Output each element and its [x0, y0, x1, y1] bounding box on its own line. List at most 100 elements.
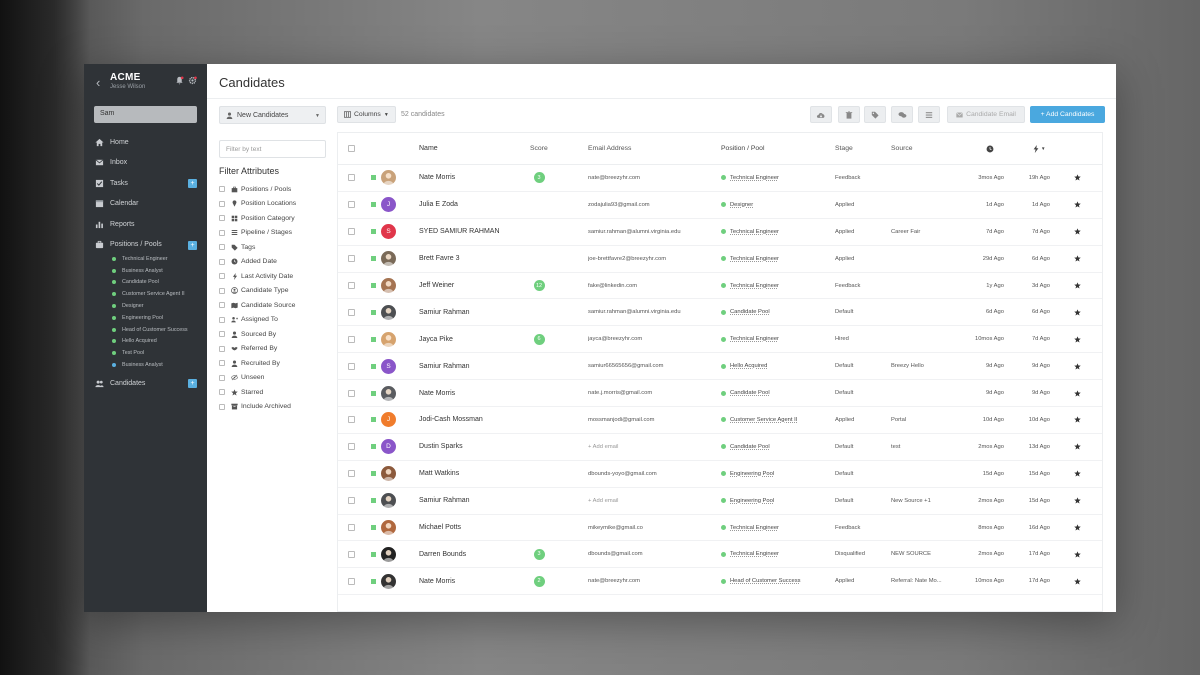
sidebar-item-inbox[interactable]: Inbox [84, 153, 207, 174]
filter-attribute-positions-pools[interactable]: Positions / Pools [219, 182, 327, 197]
star-icon[interactable] [1072, 568, 1082, 594]
row-checkbox[interactable] [348, 326, 355, 352]
row-checkbox[interactable] [348, 246, 355, 272]
position-link[interactable]: Technical Engineer [721, 541, 831, 567]
pool-item[interactable]: Engineering Pool [112, 312, 200, 324]
position-link[interactable]: Head of Customer Success [721, 568, 831, 594]
row-checkbox[interactable] [348, 515, 355, 541]
table-row[interactable]: Nate Morris nate.j.morris@gmail.com Candid… [338, 380, 1102, 408]
filter-checkbox[interactable] [219, 200, 225, 207]
bell-icon[interactable] [175, 76, 184, 85]
table-row[interactable]: S SYED SAMIUR RAHMAN samiur.rahman@alumni.… [338, 219, 1102, 246]
sidebar-item-tasks[interactable]: Tasks + [84, 173, 207, 194]
filter-attribute-starred[interactable]: Starred [219, 385, 327, 400]
table-row[interactable]: S Samiur Rahman samiur66565656@gmail.com He… [338, 353, 1102, 381]
row-checkbox[interactable] [348, 380, 355, 406]
avatar[interactable] [381, 488, 396, 514]
candidate-name-link[interactable]: Darren Bounds [419, 541, 529, 567]
filter-attribute-tags[interactable]: Tags [219, 240, 327, 255]
star-icon[interactable] [1072, 461, 1082, 487]
table-row[interactable]: Michael Potts mikeymike@gmail.co Technical… [338, 515, 1102, 542]
avatar[interactable]: S [381, 219, 396, 245]
table-row[interactable]: Darren Bounds 3 dbounds@gmail.com Technical… [338, 541, 1102, 569]
avatar[interactable] [381, 273, 396, 299]
star-icon[interactable] [1072, 380, 1082, 406]
star-icon[interactable] [1072, 299, 1082, 325]
pipeline-dropdown[interactable]: New Candidates ▼ [219, 106, 326, 124]
avatar[interactable] [381, 326, 396, 352]
star-icon[interactable] [1072, 515, 1082, 541]
chevron-left-icon[interactable]: ‹ [96, 75, 100, 90]
position-link[interactable]: Customer Service Agent II [721, 407, 831, 433]
filter-attribute-position-category[interactable]: Position Category [219, 211, 327, 226]
row-checkbox[interactable] [348, 353, 355, 379]
position-link[interactable]: Candidate Pool [721, 299, 831, 325]
table-row[interactable]: J Jodi-Cash Mossman mossmanjodi@gmail.com C… [338, 407, 1102, 434]
candidate-name-link[interactable]: Samiur Rahman [419, 488, 529, 514]
add-task-button[interactable]: + [188, 179, 197, 188]
filter-checkbox[interactable] [219, 316, 225, 323]
position-link[interactable]: Technical Engineer [721, 246, 831, 272]
avatar[interactable]: J [381, 407, 396, 433]
table-row[interactable]: Nate Morris 3 nate@breezyhr.com Technical E… [338, 165, 1102, 192]
sidebar-item-home[interactable]: Home [84, 132, 207, 153]
filter-checkbox[interactable] [219, 244, 225, 251]
filter-attribute-sourced-by[interactable]: Sourced By [219, 327, 327, 342]
add-candidates-button[interactable]: + Add Candidates [1030, 106, 1105, 123]
filter-attribute-include-archived[interactable]: Include Archived [219, 400, 327, 415]
add-email-link[interactable]: + Add email [588, 488, 716, 514]
pool-item[interactable]: Test Pool [112, 347, 200, 359]
filter-checkbox[interactable] [219, 258, 225, 265]
download-button[interactable] [810, 106, 832, 123]
header-score[interactable]: Score [530, 133, 556, 164]
candidate-name-link[interactable]: Michael Potts [419, 515, 529, 541]
row-checkbox[interactable] [348, 541, 355, 567]
avatar[interactable] [381, 380, 396, 406]
star-icon[interactable] [1072, 434, 1082, 460]
filter-checkbox[interactable] [219, 302, 225, 309]
filter-checkbox[interactable] [219, 287, 225, 294]
sidebar-item-calendar[interactable]: Calendar [84, 194, 207, 215]
candidate-name-link[interactable]: Dustin Sparks [419, 434, 529, 460]
filter-text-input[interactable]: Filter by text [219, 140, 326, 158]
delete-button[interactable] [838, 106, 860, 123]
candidate-name-link[interactable]: Samiur Rahman [419, 353, 529, 379]
table-row[interactable]: Brett Favre 3 joe-brettfavre2@breezyhr.co… [338, 246, 1102, 273]
position-link[interactable]: Technical Engineer [721, 515, 831, 541]
star-icon[interactable] [1072, 273, 1082, 299]
avatar[interactable] [381, 299, 396, 325]
pool-item[interactable]: Designer [112, 300, 200, 312]
filter-checkbox[interactable] [219, 215, 225, 222]
filter-attribute-recruited-by[interactable]: Recruited By [219, 356, 327, 371]
pool-item[interactable]: Hello Acquired [112, 336, 200, 348]
header-name[interactable]: Name [419, 133, 529, 164]
candidate-name-link[interactable]: Nate Morris [419, 380, 529, 406]
pool-item[interactable]: Head of Customer Success [112, 324, 200, 336]
star-icon[interactable] [1072, 165, 1082, 191]
position-link[interactable]: Engineering Pool [721, 461, 831, 487]
columns-button[interactable]: Columns ▼ [337, 106, 396, 123]
header-email[interactable]: Email Address [588, 133, 716, 164]
avatar[interactable] [381, 461, 396, 487]
sidebar-item-positions[interactable]: Positions / Pools + [84, 235, 207, 256]
filter-attribute-referred-by[interactable]: Referred By [219, 342, 327, 357]
star-icon[interactable] [1072, 541, 1082, 567]
avatar[interactable]: J [381, 192, 396, 218]
row-checkbox[interactable] [348, 407, 355, 433]
candidate-name-link[interactable]: Jodi-Cash Mossman [419, 407, 529, 433]
filter-checkbox[interactable] [219, 229, 225, 236]
list-view-button[interactable] [918, 106, 940, 123]
table-row[interactable]: D Dustin Sparks + Add email Candidate Pool D… [338, 434, 1102, 461]
candidate-name-link[interactable]: Brett Favre 3 [419, 246, 529, 272]
filter-checkbox[interactable] [219, 331, 225, 338]
sidebar-item-reports[interactable]: Reports [84, 214, 207, 235]
message-button[interactable] [891, 106, 913, 123]
candidate-name-link[interactable]: Samiur Rahman [419, 299, 529, 325]
candidate-email-button[interactable]: Candidate Email [947, 106, 1025, 123]
header-stage[interactable]: Stage [835, 133, 887, 164]
star-icon[interactable] [1072, 192, 1082, 218]
star-icon[interactable] [1072, 353, 1082, 379]
position-link[interactable]: Engineering Pool [721, 488, 831, 514]
avatar[interactable]: D [381, 434, 396, 460]
filter-checkbox[interactable] [219, 186, 225, 193]
